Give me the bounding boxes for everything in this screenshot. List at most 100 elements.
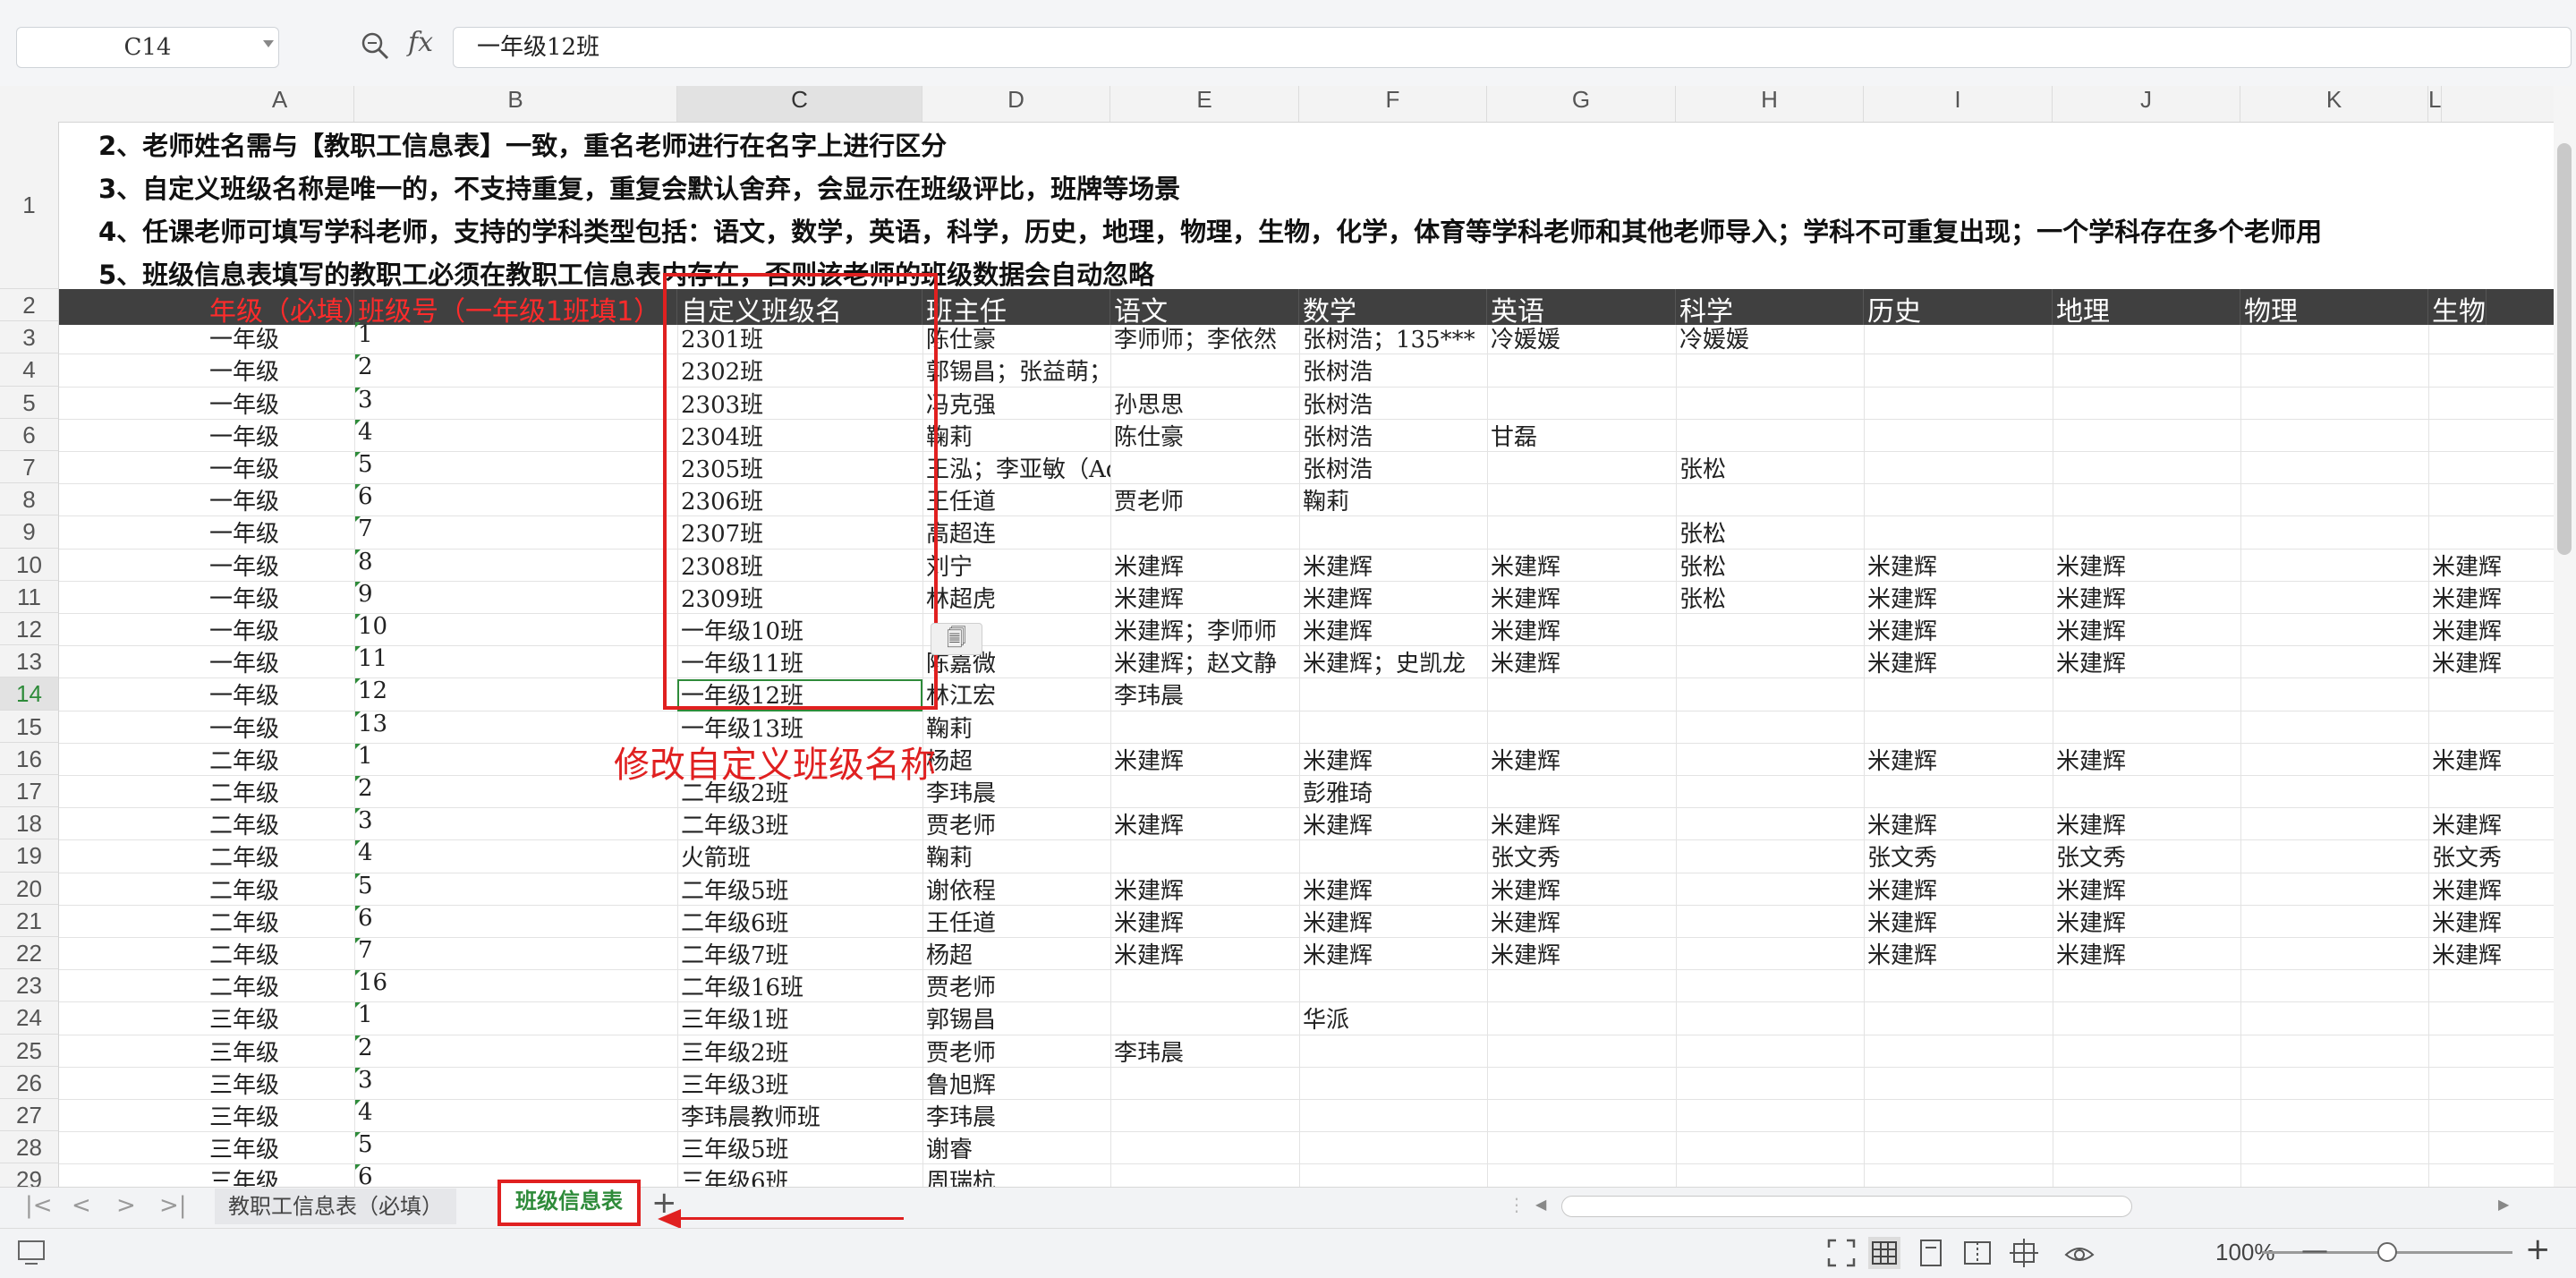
fullscreen-icon[interactable]	[1825, 1237, 1858, 1269]
table-cell[interactable]: 米建辉	[1487, 937, 1676, 969]
table-cell[interactable]: 贾老师	[1110, 483, 1299, 515]
table-cell[interactable]: 米建辉	[1299, 581, 1487, 613]
table-cell[interactable]: 米建辉	[2053, 613, 2240, 645]
row-header[interactable]: 3	[0, 321, 59, 354]
tab-splitter-icon[interactable]: ⋮	[1508, 1194, 1526, 1215]
table-cell[interactable]: 三年级5班	[677, 1131, 922, 1163]
table-cell[interactable]: 一年级	[206, 354, 354, 386]
table-cell[interactable]: 8	[354, 549, 677, 581]
table-cell[interactable]: 一年级	[206, 711, 354, 743]
table-cell[interactable]: 10	[354, 613, 677, 645]
table-cell[interactable]	[1110, 839, 1299, 872]
page-break-icon[interactable]	[1961, 1237, 1994, 1269]
table-cell[interactable]	[1299, 1163, 1487, 1187]
table-cell[interactable]: 二年级	[206, 743, 354, 775]
table-cell[interactable]	[1110, 711, 1299, 743]
table-cell[interactable]	[1864, 483, 2053, 515]
table-cell[interactable]	[1487, 1163, 1676, 1187]
table-cell[interactable]: 李玮晨	[1110, 1035, 1299, 1067]
table-cell[interactable]	[2428, 354, 2432, 386]
table-cell[interactable]: 鞠莉	[922, 419, 1110, 451]
table-cell[interactable]: 米建辉	[2053, 937, 2240, 969]
table-cell[interactable]: 3	[354, 807, 677, 839]
table-cell[interactable]: 4	[354, 419, 677, 451]
table-cell[interactable]: 米建辉	[2428, 549, 2502, 581]
table-cell[interactable]	[1864, 387, 2053, 419]
table-cell[interactable]: 杨超	[922, 937, 1110, 969]
table-cell[interactable]: 李玮晨教师班	[677, 1099, 922, 1131]
table-cell[interactable]: 5	[354, 1131, 677, 1163]
scroll-left-icon[interactable]: ◀	[1535, 1196, 1546, 1213]
table-cell[interactable]	[1864, 515, 2053, 548]
row-header[interactable]: 28	[0, 1131, 59, 1164]
table-cell[interactable]	[1676, 613, 1864, 645]
table-cell[interactable]	[2240, 354, 2428, 386]
table-cell[interactable]: 李玮晨	[1110, 677, 1299, 710]
vertical-scroll-thumb[interactable]	[2557, 143, 2572, 555]
table-cell[interactable]	[1487, 969, 1676, 1001]
table-cell[interactable]	[2053, 1131, 2240, 1163]
table-cell[interactable]	[2240, 483, 2428, 515]
table-cell[interactable]: 米建辉	[1487, 807, 1676, 839]
table-cell[interactable]	[1864, 451, 2053, 483]
table-cell[interactable]	[1864, 969, 2053, 1001]
row-header[interactable]: 7	[0, 451, 59, 484]
table-cell[interactable]: 米建辉	[1864, 549, 2053, 581]
table-cell[interactable]: 一年级	[206, 581, 354, 613]
table-cell[interactable]: 三年级3班	[677, 1067, 922, 1099]
table-cell[interactable]: 二年级	[206, 873, 354, 905]
table-cell[interactable]: 二年级	[206, 937, 354, 969]
status-macro-icon[interactable]	[16, 1237, 48, 1269]
table-cell[interactable]: 张松	[1676, 451, 1864, 483]
table-cell[interactable]	[2240, 873, 2428, 905]
table-cell[interactable]: 12	[354, 677, 677, 710]
table-cell[interactable]: 林超虎	[922, 581, 1110, 613]
table-cell[interactable]	[1487, 451, 1676, 483]
table-cell[interactable]: 孙思思	[1110, 387, 1299, 419]
table-cell[interactable]: 米建辉	[2428, 743, 2502, 775]
row-header[interactable]: 12	[0, 613, 59, 646]
table-cell[interactable]: 一年级	[206, 419, 354, 451]
table-cell[interactable]: 一年级	[206, 515, 354, 548]
table-cell[interactable]	[2053, 483, 2240, 515]
table-cell[interactable]: 4	[354, 839, 677, 872]
table-cell[interactable]	[1110, 775, 1299, 807]
table-cell[interactable]	[1299, 1099, 1487, 1131]
table-cell[interactable]: 三年级1班	[677, 1001, 922, 1034]
row-header[interactable]: 1	[0, 122, 59, 289]
table-cell[interactable]: 米建辉	[1864, 807, 2053, 839]
table-cell[interactable]	[2240, 743, 2428, 775]
row-header[interactable]: 29	[0, 1163, 59, 1187]
row-header[interactable]: 4	[0, 354, 59, 387]
table-cell[interactable]	[2428, 1099, 2432, 1131]
table-cell[interactable]	[1299, 969, 1487, 1001]
table-cell[interactable]	[2240, 807, 2428, 839]
row-header[interactable]: 2	[0, 289, 59, 322]
table-cell[interactable]: 16	[354, 969, 677, 1001]
table-cell[interactable]: 米建辉	[2428, 807, 2502, 839]
table-cell[interactable]	[1487, 483, 1676, 515]
row-header[interactable]: 27	[0, 1099, 59, 1132]
table-cell[interactable]: 二年级16班	[677, 969, 922, 1001]
table-cell[interactable]	[2428, 1131, 2432, 1163]
table-cell[interactable]	[2428, 321, 2432, 354]
table-cell[interactable]: 杨超	[922, 743, 1110, 775]
table-cell[interactable]: 米建辉	[1487, 549, 1676, 581]
tab-class-info[interactable]: 班级信息表	[497, 1180, 641, 1226]
table-cell[interactable]	[1487, 1067, 1676, 1099]
table-cell[interactable]: 陈仕豪	[922, 321, 1110, 354]
row-header[interactable]: 6	[0, 418, 59, 451]
table-cell[interactable]	[2053, 1099, 2240, 1131]
table-cell[interactable]	[2053, 1001, 2240, 1034]
table-cell[interactable]	[1110, 1099, 1299, 1131]
table-cell[interactable]: 张树浩	[1299, 387, 1487, 419]
table-cell[interactable]: 一年级	[206, 387, 354, 419]
table-cell[interactable]	[1487, 354, 1676, 386]
table-cell[interactable]: 米建辉	[2053, 645, 2240, 677]
table-cell[interactable]: 张文秀	[1487, 839, 1676, 872]
table-cell[interactable]: 张松	[1676, 581, 1864, 613]
table-cell[interactable]: 鞠莉	[922, 711, 1110, 743]
table-cell[interactable]	[1676, 711, 1864, 743]
table-cell[interactable]	[2428, 419, 2432, 451]
table-cell[interactable]	[1299, 839, 1487, 872]
